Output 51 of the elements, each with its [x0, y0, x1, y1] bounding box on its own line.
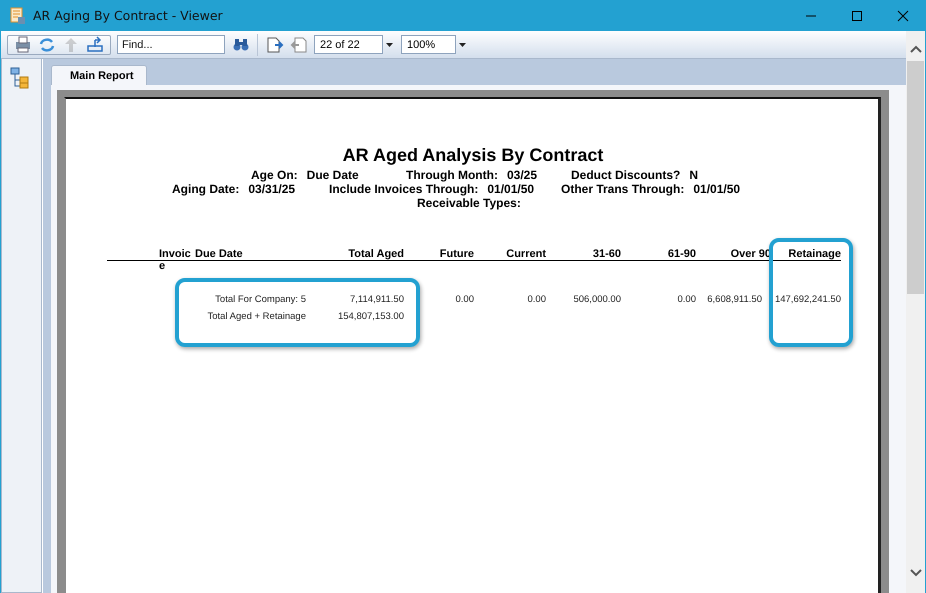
table-cell-text: 0.00 [676, 294, 696, 306]
table-cell-text: 7,114,911.50 [348, 294, 404, 306]
caret-icon[interactable] [459, 42, 466, 46]
parameter-label: Deduct Discounts? [571, 168, 680, 182]
report-tab[interactable]: Main Report [51, 65, 147, 85]
parameter-label: Through Month: [406, 168, 498, 182]
refresh-icon[interactable] [38, 36, 56, 53]
report-icon [10, 6, 26, 24]
parameter-label: Other Trans Through: [561, 182, 684, 196]
binoculars-icon[interactable] [233, 38, 249, 52]
zoom-select[interactable]: 100% [401, 35, 456, 54]
vertical-scrollbar[interactable] [906, 31, 925, 593]
column-header: Current [474, 248, 546, 261]
total-label: Total Aged + Retainage [207, 310, 307, 322]
find-field[interactable]: Find... [117, 35, 225, 54]
total-label: Total For Company: 5 [215, 294, 307, 306]
parameter-value: Due Date [306, 168, 359, 182]
parameter-value: 03/25 [506, 168, 537, 182]
parameter-label: Include Invoices Through: [329, 182, 478, 196]
column-header: Future [404, 248, 474, 261]
table-cell-text: 154,807,153.00 [336, 310, 404, 322]
scrollbar-thumb[interactable] [907, 61, 924, 294]
report-title: AR Aged Analysis By Contract [342, 145, 604, 166]
parameter-label: Receivable Types: [417, 196, 521, 210]
caret-icon[interactable] [386, 42, 393, 46]
page-select[interactable]: 22 of 22 [314, 35, 383, 54]
parameter-value: 01/01/50 [487, 182, 534, 196]
scroll-down-icon[interactable] [910, 569, 922, 577]
column-header: Due Date [195, 248, 332, 261]
table-cell-text: 0.00 [454, 294, 474, 306]
scroll-up-icon[interactable] [910, 45, 922, 53]
table-cell-text: 506,000.00 [572, 294, 621, 306]
parameter-label: Aging Date: [172, 182, 240, 196]
column-header: Total Aged [332, 248, 404, 261]
close-icon[interactable] [897, 10, 909, 22]
table-cell-text: 0.00 [526, 294, 546, 306]
previous-page-icon[interactable] [290, 36, 308, 52]
window-title: AR Aging By Contract - Viewer [33, 8, 223, 23]
parameter-value: 03/31/25 [248, 182, 296, 196]
parameter-label: Age On: [251, 168, 298, 182]
parameter-value: N [689, 168, 698, 182]
table-cell-text: 6,608,911.50 [706, 294, 763, 306]
next-page-icon[interactable] [266, 36, 284, 52]
parameter-value: 01/01/50 [693, 182, 740, 196]
export-icon[interactable] [86, 36, 104, 53]
column-header: Retainage [771, 248, 841, 261]
maximize-icon[interactable] [851, 10, 863, 22]
table-cell-text: 147,692,241.50 [774, 294, 841, 306]
column-header: 31-60 [546, 248, 621, 261]
column-header: 61-90 [621, 248, 696, 261]
print-icon[interactable] [14, 36, 32, 53]
